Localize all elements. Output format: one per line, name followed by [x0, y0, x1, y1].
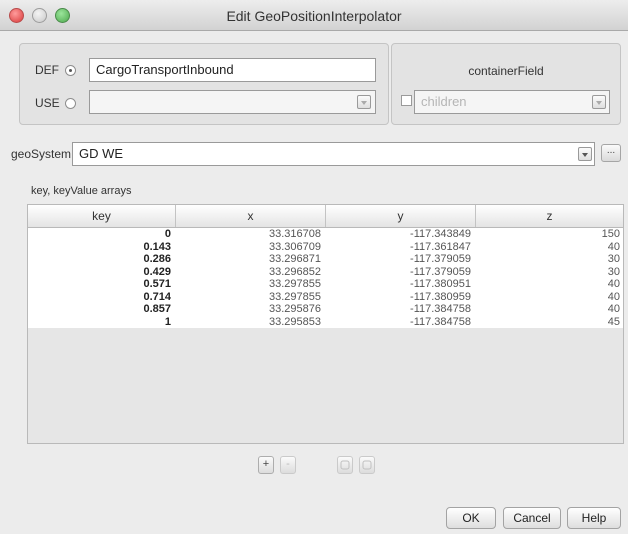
z-cell[interactable]: 40 — [476, 241, 620, 254]
ok-button[interactable]: OK — [446, 507, 496, 529]
key-cell[interactable]: 0.857 — [28, 303, 171, 316]
table-row[interactable]: 0.857 33.295876 -117.384758 40 — [28, 303, 623, 316]
table-row[interactable]: 0.714 33.297855 -117.380959 40 — [28, 290, 623, 304]
x-cell[interactable]: 33.296871 — [176, 253, 321, 266]
move-down-icon[interactable] — [359, 456, 375, 474]
table-header: key x y z — [28, 205, 623, 228]
y-cell[interactable]: -117.384758 — [326, 316, 471, 329]
geo-system-label: geoSystem — [11, 147, 72, 161]
use-select-field[interactable] — [89, 90, 376, 114]
def-use-panel: DEF CargoTransportInbound USE — [19, 43, 389, 125]
y-cell[interactable]: -117.379059 — [326, 266, 471, 279]
chevron-down-icon[interactable] — [357, 95, 371, 109]
table-row[interactable]: 0.429 33.296852 -117.379059 30 — [28, 265, 623, 279]
container-field-select[interactable]: children — [414, 90, 610, 114]
x-cell[interactable]: 33.306709 — [176, 241, 321, 254]
z-cell[interactable]: 40 — [476, 291, 620, 304]
key-cell[interactable]: 0.429 — [28, 266, 171, 279]
remove-row-button[interactable]: - — [280, 456, 296, 474]
def-label: DEF — [35, 63, 59, 77]
def-name-field[interactable]: CargoTransportInbound — [89, 58, 376, 82]
key-cell[interactable]: 0.571 — [28, 278, 171, 291]
key-cell[interactable]: 1 — [28, 316, 171, 329]
x-cell[interactable]: 33.316708 — [176, 228, 321, 241]
geo-system-more-button[interactable]: ... — [601, 144, 621, 162]
title-bar[interactable]: Edit GeoPositionInterpolator — [0, 0, 628, 31]
geo-system-select[interactable]: GD WE — [72, 142, 595, 166]
table-row[interactable]: 0.571 33.297855 -117.380951 40 — [28, 278, 623, 291]
table-row[interactable]: 0 33.316708 -117.343849 150 — [28, 228, 623, 241]
y-cell[interactable]: -117.343849 — [326, 228, 471, 241]
y-cell[interactable]: -117.384758 — [326, 303, 471, 316]
table-row[interactable]: 0.286 33.296871 -117.379059 30 — [28, 253, 623, 266]
key-cell[interactable]: 0.714 — [28, 291, 171, 304]
help-button[interactable]: Help — [567, 507, 621, 529]
use-label: USE — [35, 96, 60, 110]
key-value-table[interactable]: key x y z 0 33.316708 -117.343849 150 0.… — [27, 204, 624, 444]
x-cell[interactable]: 33.296852 — [176, 266, 321, 279]
z-cell[interactable]: 150 — [476, 228, 620, 241]
table-row[interactable]: 1 33.295853 -117.384758 45 — [28, 315, 623, 329]
column-header-z[interactable]: z — [476, 205, 623, 227]
z-cell[interactable]: 30 — [476, 253, 620, 266]
y-cell[interactable]: -117.379059 — [326, 253, 471, 266]
x-cell[interactable]: 33.297855 — [176, 291, 321, 304]
window-title: Edit GeoPositionInterpolator — [226, 8, 402, 24]
z-cell[interactable]: 30 — [476, 266, 620, 279]
x-cell[interactable]: 33.297855 — [176, 278, 321, 291]
container-field-title: containerField — [468, 64, 544, 78]
table-caption: key, keyValue arrays — [31, 185, 132, 197]
container-field-panel: containerField children — [391, 43, 621, 125]
key-cell[interactable]: 0.143 — [28, 241, 171, 254]
cancel-button[interactable]: Cancel — [503, 507, 561, 529]
edit-dialog-window: Edit GeoPositionInterpolator DEF CargoTr… — [0, 0, 628, 534]
y-cell[interactable]: -117.380959 — [326, 291, 471, 304]
table-row[interactable]: 0.143 33.306709 -117.361847 40 — [28, 240, 623, 254]
y-cell[interactable]: -117.380951 — [326, 278, 471, 291]
table-body: 0 33.316708 -117.343849 150 0.143 33.306… — [28, 228, 623, 328]
y-cell[interactable]: -117.361847 — [326, 241, 471, 254]
column-header-key[interactable]: key — [28, 205, 176, 227]
def-radio-button[interactable] — [65, 65, 76, 76]
column-header-y[interactable]: y — [326, 205, 476, 227]
x-cell[interactable]: 33.295876 — [176, 303, 321, 316]
container-field-checkbox[interactable] — [401, 95, 412, 106]
move-up-icon[interactable] — [337, 456, 353, 474]
chevron-down-icon[interactable] — [592, 95, 606, 109]
column-header-x[interactable]: x — [176, 205, 326, 227]
key-cell[interactable]: 0 — [28, 228, 171, 241]
key-cell[interactable]: 0.286 — [28, 253, 171, 266]
z-cell[interactable]: 45 — [476, 316, 620, 329]
z-cell[interactable]: 40 — [476, 303, 620, 316]
chevron-down-icon[interactable] — [578, 147, 592, 161]
use-radio-button[interactable] — [65, 98, 76, 109]
x-cell[interactable]: 33.295853 — [176, 316, 321, 329]
add-row-button[interactable]: + — [258, 456, 274, 474]
z-cell[interactable]: 40 — [476, 278, 620, 291]
